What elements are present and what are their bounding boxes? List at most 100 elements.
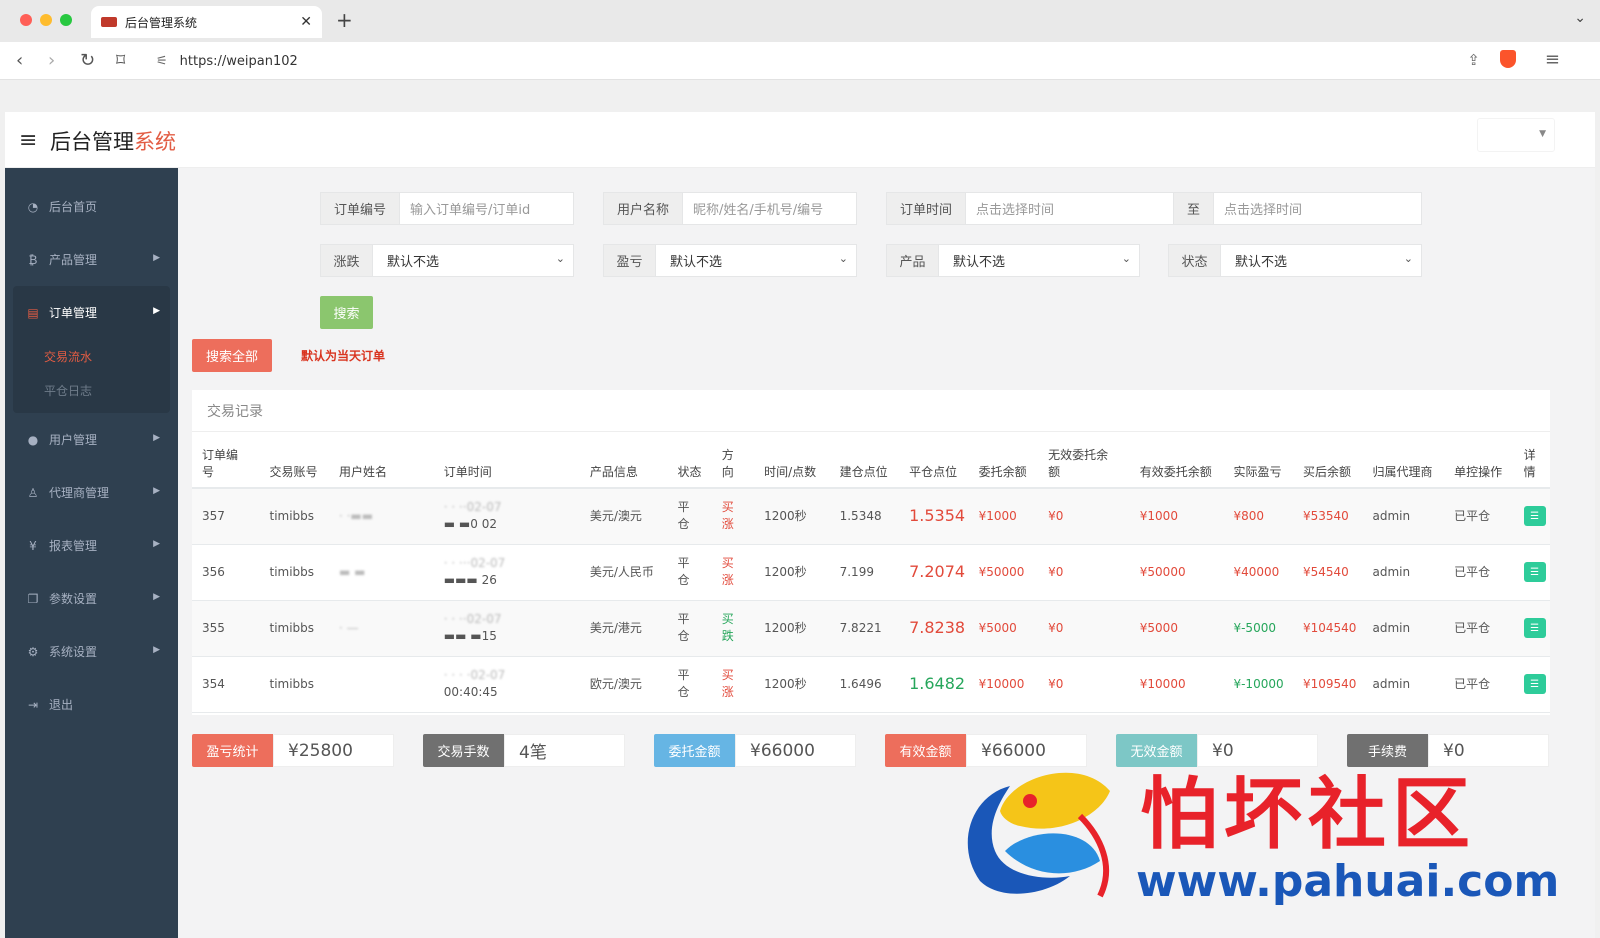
detail-button[interactable]: ☰ xyxy=(1523,618,1546,638)
bookmark-icon[interactable]: ⌑ xyxy=(116,50,125,71)
caret-right-icon: ▶ xyxy=(153,306,160,316)
table-cell: · · · ·02-07 00:40:45 xyxy=(433,656,580,713)
search-all-button[interactable]: 搜索全部 xyxy=(192,339,272,372)
header-cell: 委托余额 xyxy=(968,432,1039,489)
cell-text: ¥109540 xyxy=(1302,676,1357,691)
stat-box: 盈亏统计 ¥25800 xyxy=(192,734,394,767)
detail-button[interactable]: ☰ xyxy=(1523,674,1546,694)
sidebar-item-products[interactable]: ₿ 产品管理 ▶ xyxy=(5,233,178,286)
table-cell: ☰ xyxy=(1513,488,1550,545)
back-icon[interactable]: ‹ xyxy=(16,50,23,71)
header-cell: 详情 xyxy=(1513,432,1550,489)
rise-select[interactable]: 默认不选 ⌄ xyxy=(373,245,573,276)
caret-down-icon: ▼ xyxy=(1539,129,1546,139)
cell-text: ¥5000 xyxy=(1139,620,1178,635)
sidebar-item-params[interactable]: ❐ 参数设置 ▶ xyxy=(5,572,178,625)
caret-right-icon: ▶ xyxy=(153,645,160,655)
maximize-window-button[interactable] xyxy=(60,14,72,26)
table-cell: 7.8221 xyxy=(829,600,900,657)
cell-text: 356 xyxy=(202,564,225,579)
sidebar-item-orders[interactable]: ▤ 订单管理 ▶ xyxy=(13,286,170,339)
cell-text: ¥54540 xyxy=(1302,564,1349,579)
close-window-button[interactable] xyxy=(20,14,32,26)
pnl-label: 盈亏 xyxy=(604,245,656,276)
sidebar-item-home[interactable]: ◔ 后台首页 xyxy=(5,180,178,233)
user-dropdown[interactable]: ▼ xyxy=(1477,118,1555,152)
header-cell: 买后余额 xyxy=(1292,432,1363,489)
header-cell: 单控操作 xyxy=(1444,432,1514,489)
watermark: 怕坏社区 www.pahuai.com xyxy=(950,752,1570,912)
table-cell: · · ··02-07 ▬▬ ▬15 xyxy=(433,600,580,657)
sidebar-item-system[interactable]: ⚙ 系统设置 ▶ xyxy=(5,625,178,678)
status-select[interactable]: 默认不选 ⌄ xyxy=(1221,245,1421,276)
tab-list-chevron-icon[interactable]: ⌄ xyxy=(1574,10,1586,26)
table-cell: 1.6496 xyxy=(829,656,900,713)
trade-table: 订单编号 交易账号 用户姓名 订单时间 产品信息 状态 方向 时间/点数 建仓点… xyxy=(192,432,1550,713)
chevron-down-icon: ⌄ xyxy=(1403,252,1413,265)
detail-button[interactable]: ☰ xyxy=(1523,506,1546,527)
sidebar-item-label: 参数设置 xyxy=(49,592,98,606)
table-cell: timibbs xyxy=(259,544,329,601)
sidebar-item-label: 用户管理 xyxy=(49,433,98,447)
table-cell: 已平仓 xyxy=(1444,600,1514,657)
share-icon[interactable]: ⇪ xyxy=(1467,51,1480,69)
list-icon: ☰ xyxy=(1530,678,1540,690)
table-cell: 1200秒 xyxy=(754,488,830,545)
url-field[interactable]: ⚟ https://weipan102 xyxy=(146,46,1516,76)
time-to-input[interactable]: 点击选择时间 xyxy=(1214,193,1421,224)
gears-icon: ⚙ xyxy=(27,644,39,659)
sidebar-subitem-close-log[interactable]: 平仓日志 xyxy=(13,373,170,407)
username-input[interactable]: 昵称/姓名/手机号/编号 xyxy=(683,193,856,224)
brave-shield-icon[interactable] xyxy=(1500,50,1516,68)
table-cell: ¥0 xyxy=(1038,544,1130,601)
table-cell: ¥-10000 xyxy=(1223,656,1293,713)
detail-button[interactable]: ☰ xyxy=(1523,562,1546,582)
table-cell: 已平仓 xyxy=(1444,544,1514,601)
site-settings-icon[interactable]: ⚟ xyxy=(156,54,168,69)
table-cell: ¥104540 xyxy=(1292,600,1363,657)
cell-text: timibbs xyxy=(269,508,315,523)
browser-tab[interactable]: 后台管理系统 ✕ xyxy=(91,6,322,38)
sidebar-item-label: 报表管理 xyxy=(49,539,98,553)
sidebar-item-logout[interactable]: ⇥ 退出 xyxy=(5,678,178,731)
sidebar-item-reports[interactable]: ¥ 报表管理 ▶ xyxy=(5,519,178,572)
cell-text: admin xyxy=(1372,508,1411,523)
header-cell: 建仓点位 xyxy=(829,432,900,489)
table-cell: 7.2074 xyxy=(899,544,969,601)
product-label: 产品 xyxy=(887,245,939,276)
cell-text: · · · ·02-07 xyxy=(443,668,506,682)
browser-menu-icon[interactable]: ≡ xyxy=(1545,49,1560,70)
stat-box: 交易手数 4笔 xyxy=(423,734,625,767)
tab-close-icon[interactable]: ✕ xyxy=(300,14,312,30)
table-cell: timibbs xyxy=(259,488,329,545)
pnl-select[interactable]: 默认不选 ⌄ xyxy=(656,245,856,276)
product-filter: 产品 默认不选 ⌄ xyxy=(886,244,1140,277)
reload-icon[interactable]: ↻ xyxy=(80,50,95,71)
time-from-input[interactable]: 点击选择时间 xyxy=(966,193,1174,224)
order-no-input[interactable]: 输入订单编号/订单id xyxy=(400,193,573,224)
hamburger-icon[interactable]: ≡ xyxy=(19,128,37,153)
stat-box: 委托金额 ¥66000 xyxy=(654,734,856,767)
sidebar-item-agents[interactable]: ♙ 代理商管理 ▶ xyxy=(5,466,178,519)
table-cell: ¥50000 xyxy=(968,544,1039,601)
forward-icon[interactable]: › xyxy=(48,50,55,71)
cell-text: 1.5354 xyxy=(909,505,966,525)
sidebar-subitem-trade-flow[interactable]: 交易流水 xyxy=(13,339,170,373)
sidebar-item-users[interactable]: ● 用户管理 ▶ xyxy=(5,413,178,466)
watermark-cn: 怕坏社区 xyxy=(1140,769,1477,860)
new-tab-icon[interactable]: + xyxy=(336,8,353,32)
cell-text: ¥50000 xyxy=(1139,564,1186,579)
admin-app: ≡ 后台管理系统 ▼ ◔ 后台首页 ₿ 产品管理 ▶ ▤ 订单管理 ▶ 交易流水… xyxy=(5,112,1595,938)
cell-text: 买跌 xyxy=(721,612,734,643)
search-button[interactable]: 搜索 xyxy=(320,296,373,329)
chevron-down-icon: ⌄ xyxy=(555,252,565,265)
product-select[interactable]: 默认不选 ⌄ xyxy=(939,245,1139,276)
tab-title: 后台管理系统 xyxy=(125,15,198,30)
table-row: 356 timibbs ▬ ▬ · · ···02-07 ▬▬▬ 26 美元/人民币 平仓买… xyxy=(192,544,1550,601)
minimize-window-button[interactable] xyxy=(40,14,52,26)
table-cell: ¥1000 xyxy=(1129,488,1224,545)
fish-logo-icon xyxy=(967,772,1110,898)
header-cell: 实际盈亏 xyxy=(1223,432,1293,489)
cell-text: 平仓 xyxy=(677,668,690,699)
cell-text: 美元/澳元 xyxy=(589,508,642,523)
